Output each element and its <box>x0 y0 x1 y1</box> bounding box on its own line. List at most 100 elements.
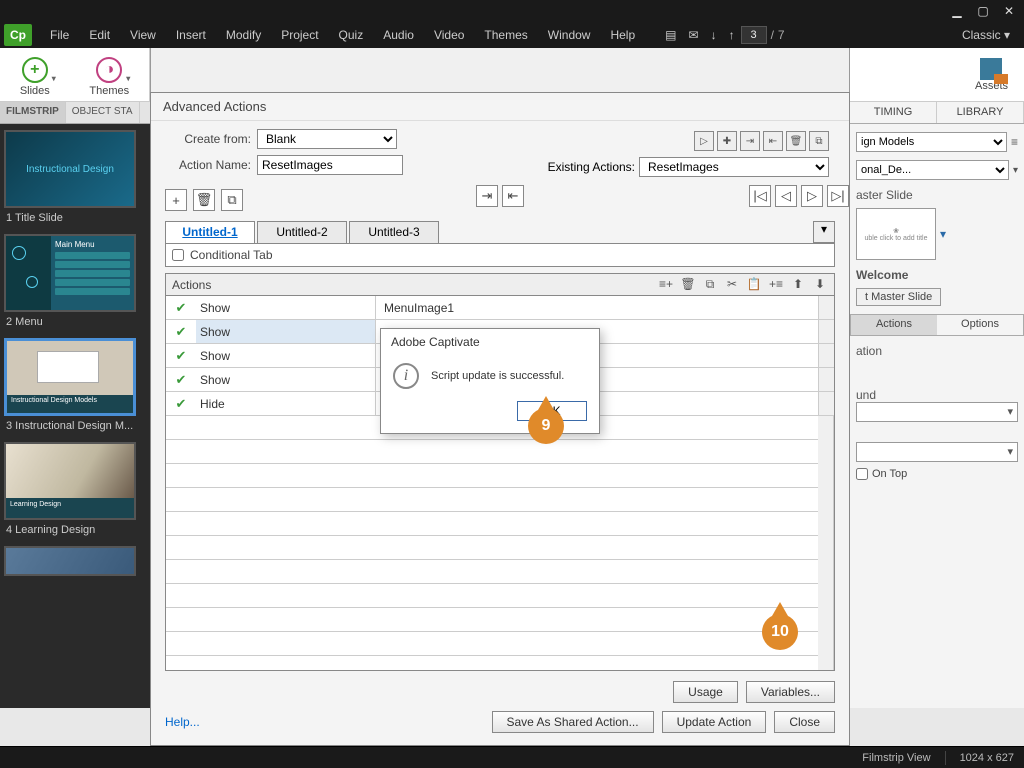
menu-modify[interactable]: Modify <box>216 28 271 42</box>
menu-project[interactable]: Project <box>271 28 328 42</box>
tab-filmstrip[interactable]: FILMSTRIP <box>0 102 66 123</box>
insert-row-icon[interactable]: +≡ <box>768 277 784 292</box>
move-up-icon[interactable]: ⬆ <box>790 277 806 292</box>
slides-tool[interactable]: +▾ Slides <box>20 57 50 97</box>
filmstrip[interactable]: Instructional Design 1 Title Slide Main … <box>0 124 150 708</box>
aa-tab-1[interactable]: Untitled-1 <box>165 221 255 243</box>
usage-button[interactable]: Usage <box>673 681 738 703</box>
variables-button[interactable]: Variables... <box>746 681 835 703</box>
menu-quiz[interactable]: Quiz <box>329 28 374 42</box>
preview-action-icon[interactable]: ▷ <box>694 131 714 151</box>
tab-library[interactable]: LIBRARY <box>937 102 1024 123</box>
master-preview[interactable]: ❀ uble click to add title <box>856 208 936 260</box>
thumb-4[interactable]: Learning Design 4 Learning Design <box>4 442 146 536</box>
themes-tool[interactable]: ◑▾ Themes <box>89 57 129 97</box>
menu-icon[interactable]: ≡ <box>1011 135 1018 149</box>
action-name-input[interactable] <box>257 155 403 175</box>
aa-tab-3[interactable]: Untitled-3 <box>349 221 439 243</box>
menu-help[interactable]: Help <box>600 28 645 42</box>
add-action-icon[interactable]: ✚ <box>717 131 737 151</box>
aa-top-icons: ▷ ✚ ⇥ ⇤ 🗑 ⧉ <box>694 131 829 151</box>
save-shared-button[interactable]: Save As Shared Action... <box>492 711 654 733</box>
menu-view[interactable]: View <box>120 28 166 42</box>
menu-insert[interactable]: Insert <box>166 28 216 42</box>
last-tab-button[interactable]: ▷| <box>827 185 849 207</box>
info-icon: i <box>393 363 419 389</box>
message-box: Adobe Captivate i Script update is succe… <box>380 328 600 434</box>
thumb-5[interactable] <box>4 546 146 576</box>
copy-row-icon[interactable]: ⧉ <box>702 277 718 292</box>
upload-icon[interactable]: ↑ <box>723 28 741 42</box>
maximize-button[interactable]: ▢ <box>974 4 992 18</box>
menu-edit[interactable]: Edit <box>79 28 120 42</box>
existing-actions-select[interactable]: ResetImages <box>639 157 829 177</box>
row-action[interactable]: Hide <box>196 392 376 415</box>
thumb-2[interactable]: Main Menu 2 Menu <box>4 234 146 328</box>
add-row-icon[interactable]: ≡+ <box>658 277 674 292</box>
row-action[interactable]: Show <box>196 368 376 391</box>
menu-themes[interactable]: Themes <box>474 28 537 42</box>
subtab-options[interactable]: Options <box>937 315 1023 335</box>
conditional-checkbox[interactable] <box>172 249 184 261</box>
delete-row-icon[interactable]: 🗑 <box>680 277 696 292</box>
aa-bottom: Usage Variables... Help... Save As Share… <box>151 671 849 745</box>
aa-tab-2[interactable]: Untitled-2 <box>257 221 347 243</box>
tab-object-states[interactable]: OBJECT STA <box>66 102 140 123</box>
duplicate-tab-button[interactable]: ⧉ <box>221 189 243 211</box>
page-current-input[interactable] <box>741 26 767 44</box>
right-tabs: TIMING LIBRARY <box>850 102 1024 124</box>
row-action[interactable]: Show <box>196 344 376 367</box>
row-target[interactable]: MenuImage1 <box>376 301 818 315</box>
create-from-select[interactable]: Blank <box>257 129 397 149</box>
themes-label: Themes <box>89 85 129 97</box>
chevron-down-icon[interactable]: ▾ <box>940 227 946 241</box>
cut-row-icon[interactable]: ✂ <box>724 277 740 292</box>
copy-tab-button[interactable]: ⇥ <box>476 185 498 207</box>
next-tab-button[interactable]: ▷ <box>801 185 823 207</box>
export-action-icon[interactable]: ⇤ <box>763 131 783 151</box>
mail-icon[interactable]: ✉ <box>683 28 705 42</box>
thumb-1-label: 1 Title Slide <box>4 208 146 224</box>
close-window-button[interactable]: ✕ <box>1000 4 1018 18</box>
menu-file[interactable]: File <box>40 28 79 42</box>
move-down-icon[interactable]: ⬇ <box>812 277 828 292</box>
chevron-icon[interactable]: ▾ <box>1013 165 1018 176</box>
close-button[interactable]: Close <box>774 711 835 733</box>
menu-video[interactable]: Video <box>424 28 474 42</box>
paste-row-icon[interactable]: 📋 <box>746 277 762 292</box>
assets-button[interactable]: Assets <box>975 58 1008 92</box>
thumb-3[interactable]: Instructional Design Models 3 Instructio… <box>4 338 146 432</box>
quality-select[interactable] <box>856 442 1018 462</box>
ontop-checkbox[interactable] <box>856 468 868 480</box>
row-check-icon: ✔ <box>166 372 196 388</box>
reset-master-button[interactable]: t Master Slide <box>856 288 941 306</box>
duplicate-action-icon[interactable]: ⧉ <box>809 131 829 151</box>
workspace-switcher[interactable]: Classic ▾ <box>962 28 1010 42</box>
subtab-actions[interactable]: Actions <box>851 315 937 335</box>
add-tab-button[interactable]: + <box>165 189 187 211</box>
update-action-button[interactable]: Update Action <box>662 711 767 733</box>
row-action[interactable]: Show <box>196 296 376 319</box>
thumb-1[interactable]: Instructional Design 1 Title Slide <box>4 130 146 224</box>
theme-select[interactable]: ign Models <box>856 132 1007 152</box>
delete-tab-button[interactable]: 🗑 <box>193 189 215 211</box>
help-link[interactable]: Help... <box>165 715 200 729</box>
master-select[interactable]: onal_De... <box>856 160 1009 180</box>
prev-tab-button[interactable]: ◁ <box>775 185 797 207</box>
first-tab-button[interactable]: |◁ <box>749 185 771 207</box>
menu-window[interactable]: Window <box>538 28 601 42</box>
minimize-button[interactable]: ▁ <box>948 4 966 18</box>
download-icon[interactable]: ↓ <box>705 28 723 42</box>
tab-timing[interactable]: TIMING <box>850 102 937 123</box>
aa-tab-dropdown[interactable]: ▾ <box>813 221 835 243</box>
row-action[interactable]: Show <box>196 320 376 343</box>
conditional-label: Conditional Tab <box>190 248 273 262</box>
delete-action-icon[interactable]: 🗑 <box>786 131 806 151</box>
left-column: +▾ Slides ◑▾ Themes FILMSTRIP OBJECT STA… <box>0 48 150 708</box>
import-action-icon[interactable]: ⇥ <box>740 131 760 151</box>
menu-audio[interactable]: Audio <box>373 28 424 42</box>
paste-tab-button[interactable]: ⇤ <box>502 185 524 207</box>
comment-icon[interactable]: ▤ <box>659 28 682 42</box>
background-select[interactable] <box>856 402 1018 422</box>
ation-label: ation <box>856 344 1018 358</box>
